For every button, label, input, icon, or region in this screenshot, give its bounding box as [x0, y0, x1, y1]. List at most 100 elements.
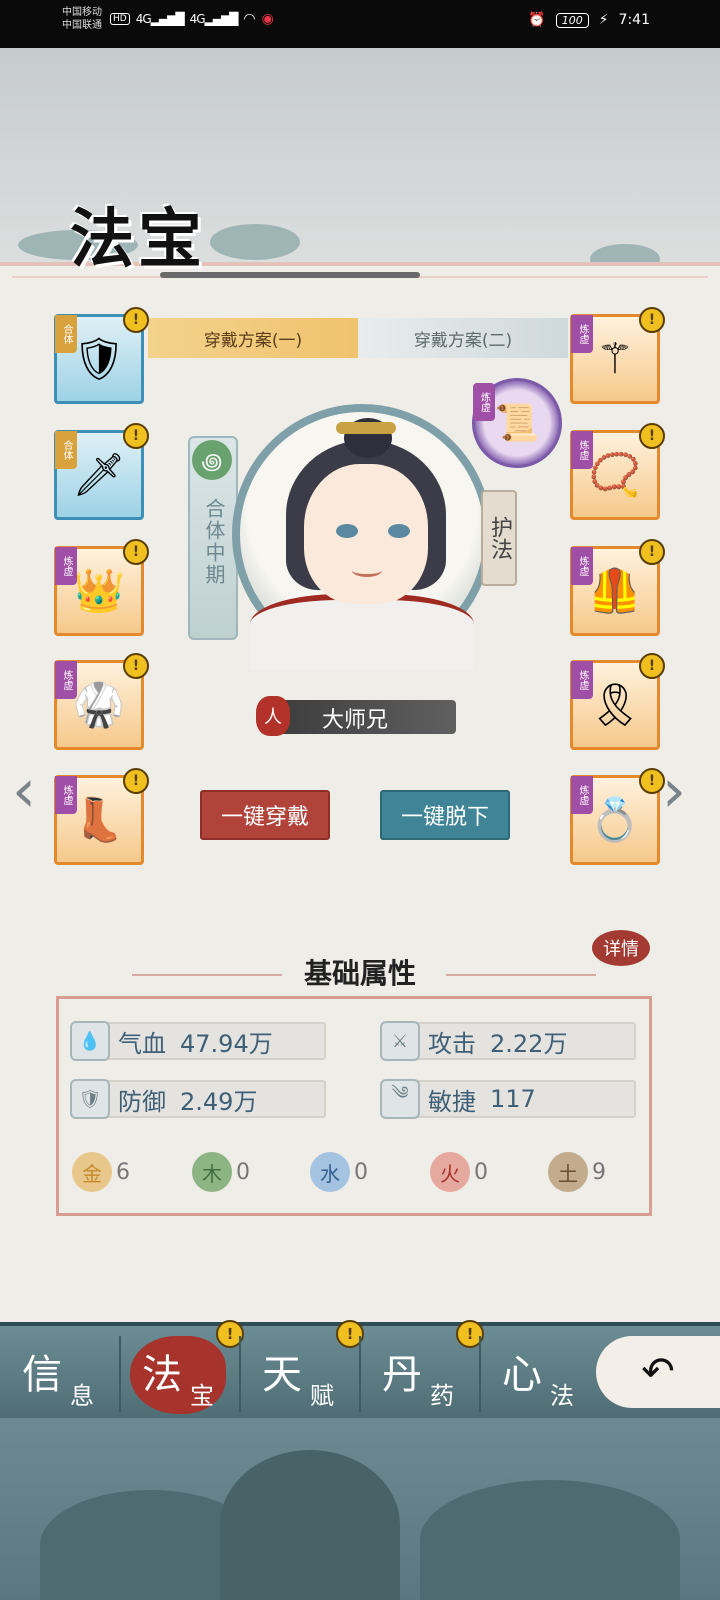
bottom-nav: 信息法宝! 天赋! 丹药! 心法 ↶ [0, 1320, 720, 1422]
element-value: 0 [354, 1159, 368, 1185]
equip-all-button[interactable]: 一键穿戴 [200, 790, 330, 840]
slot-tag: 炼虚 [571, 315, 593, 353]
element-value: 0 [236, 1159, 250, 1185]
swirl-icon: ꩜ [192, 440, 232, 480]
nav-tab-small: 宝 [190, 1382, 214, 1410]
element-stat: 木0 [192, 1152, 250, 1192]
hairpin-icon: ⚚ [596, 334, 634, 383]
slot-tag: 炼虚 [571, 776, 593, 814]
alert-badge-icon: ! [639, 423, 665, 449]
race-badge: 人 [256, 696, 290, 736]
alert-badge-icon: ! [123, 423, 149, 449]
element-stat: 水0 [310, 1152, 368, 1192]
status-bar: 中国移动 中国联通 HD 4G▂▄▆█ 4G▂▄▆█ ◠ ◉ ⏰ 100 ⚡ 7… [0, 0, 720, 48]
shield-icon: 🛡 [70, 1079, 110, 1119]
slot-tag: 合体 [55, 431, 77, 469]
crown-icon: 👑 [72, 566, 126, 615]
element-stat: 土9 [548, 1152, 606, 1192]
belt-icon: 🎗 [588, 680, 642, 729]
nav-tab[interactable]: 丹药! [360, 1320, 484, 1416]
alert-badge-icon: ! [639, 653, 665, 679]
nav-tab[interactable]: 法宝! [120, 1320, 244, 1416]
carrier-names: 中国移动 中国联通 [62, 6, 102, 32]
slot-tag: 炼虚 [55, 776, 77, 814]
stat-label: 攻击 [428, 1029, 476, 1058]
ring-icon: 💍 [588, 795, 642, 844]
character-name: 大师兄 [322, 708, 389, 733]
hd-badge: HD [110, 13, 130, 25]
left-equip-slot[interactable]: 炼虚 👢! [54, 768, 149, 865]
nav-tab-small: 药 [430, 1382, 454, 1410]
nav-divider [239, 1336, 241, 1412]
back-arrow-icon[interactable]: ↶ [596, 1336, 720, 1408]
landscape-background [0, 1418, 720, 1600]
nav-divider [119, 1336, 121, 1412]
dagger-icon: 🗡 [72, 450, 126, 499]
right-equip-slot[interactable]: 炼虚 📿! [570, 423, 665, 520]
element-orb-icon: 土 [548, 1152, 588, 1192]
character-portrait[interactable] [232, 404, 492, 670]
token-tag: 炼虚 [473, 383, 495, 421]
talisman-icon[interactable]: 炼虚 📜 [472, 378, 562, 468]
stat-label: 防御 [118, 1087, 166, 1116]
slot-tag: 炼虚 [571, 547, 593, 585]
unequip-all-button[interactable]: 一键脱下 [380, 790, 510, 840]
charging-icon: ⚡ [598, 12, 609, 28]
alert-badge-icon: ! [123, 653, 149, 679]
network-1: 4G▂▄▆█ [135, 12, 185, 26]
slot-tag: 炼虚 [571, 431, 593, 469]
tab-loadout-1[interactable]: 穿戴方案(一) [148, 318, 358, 358]
left-equip-slot[interactable]: 炼虚 🥋! [54, 653, 149, 750]
right-equip-slot[interactable]: 炼虚 🎗! [570, 653, 665, 750]
carrier-1: 中国移动 [62, 7, 102, 18]
right-equip-slot[interactable]: 炼虚 💍! [570, 768, 665, 865]
network-2: 4G▂▄▆█ [189, 12, 239, 26]
nav-tab[interactable]: 心法 [480, 1332, 600, 1416]
slot-tag: 炼虚 [55, 547, 77, 585]
nav-tab[interactable]: 天赋! [240, 1320, 364, 1416]
element-orb-icon: 金 [72, 1152, 112, 1192]
section-title: 基础属性 [303, 957, 416, 990]
alert-badge-icon: ! [123, 539, 149, 565]
nav-tab-big: 信 [22, 1352, 62, 1398]
nav-divider [479, 1336, 481, 1412]
nav-tab-big: 丹 [382, 1352, 422, 1398]
nav-tab-small: 法 [550, 1382, 574, 1410]
nav-tab-small: 赋 [310, 1382, 334, 1410]
next-character-arrow-icon[interactable]: › [662, 756, 686, 826]
stat-row: 🛡 防御 2.49万 [70, 1079, 326, 1119]
element-orb-icon: 木 [192, 1152, 232, 1192]
title-underline [160, 272, 420, 278]
nav-divider [359, 1336, 361, 1412]
element-value: 0 [474, 1159, 488, 1185]
right-equip-slot[interactable]: 炼虚 🦺! [570, 539, 665, 636]
tab-loadout-2[interactable]: 穿戴方案(二) [358, 318, 568, 358]
element-orb-icon: 火 [430, 1152, 470, 1192]
stat-value: 47.94万 [180, 1029, 273, 1058]
left-equip-slot[interactable]: 合体 🗡! [54, 423, 149, 520]
element-value: 9 [592, 1159, 606, 1185]
left-equip-slot[interactable]: 炼虚 👑! [54, 539, 149, 636]
element-stat: 金6 [72, 1152, 130, 1192]
alert-badge-icon: ! [123, 768, 149, 794]
stat-row: ⚔ 攻击 2.22万 [380, 1021, 636, 1061]
nav-tab-big: 天 [262, 1352, 302, 1398]
realm-label: 合体中期 [202, 498, 226, 586]
guardian-button[interactable]: 护法 [481, 490, 517, 586]
left-equip-slot[interactable]: 合体 🛡! [54, 307, 149, 404]
robe-icon: 🥋 [72, 680, 126, 729]
alarm-icon: ⏰ [528, 12, 546, 28]
carrier-2: 中国联通 [62, 20, 102, 31]
nav-tab[interactable]: 信息 [0, 1332, 120, 1416]
armor-icon: 🦺 [588, 566, 642, 615]
slot-tag: 合体 [55, 315, 77, 353]
stat-row: 💧 气血 47.94万 [70, 1021, 326, 1061]
right-equip-slot[interactable]: 炼虚 ⚚! [570, 307, 665, 404]
nav-tab-small: 息 [70, 1382, 94, 1410]
alert-badge-icon: ! [639, 539, 665, 565]
element-orb-icon: 水 [310, 1152, 350, 1192]
page-title: 法宝 [70, 202, 206, 277]
prev-character-arrow-icon[interactable]: ‹ [12, 756, 36, 826]
necklace-icon: 📿 [588, 450, 642, 499]
attack-icon: ⚔ [380, 1021, 420, 1061]
